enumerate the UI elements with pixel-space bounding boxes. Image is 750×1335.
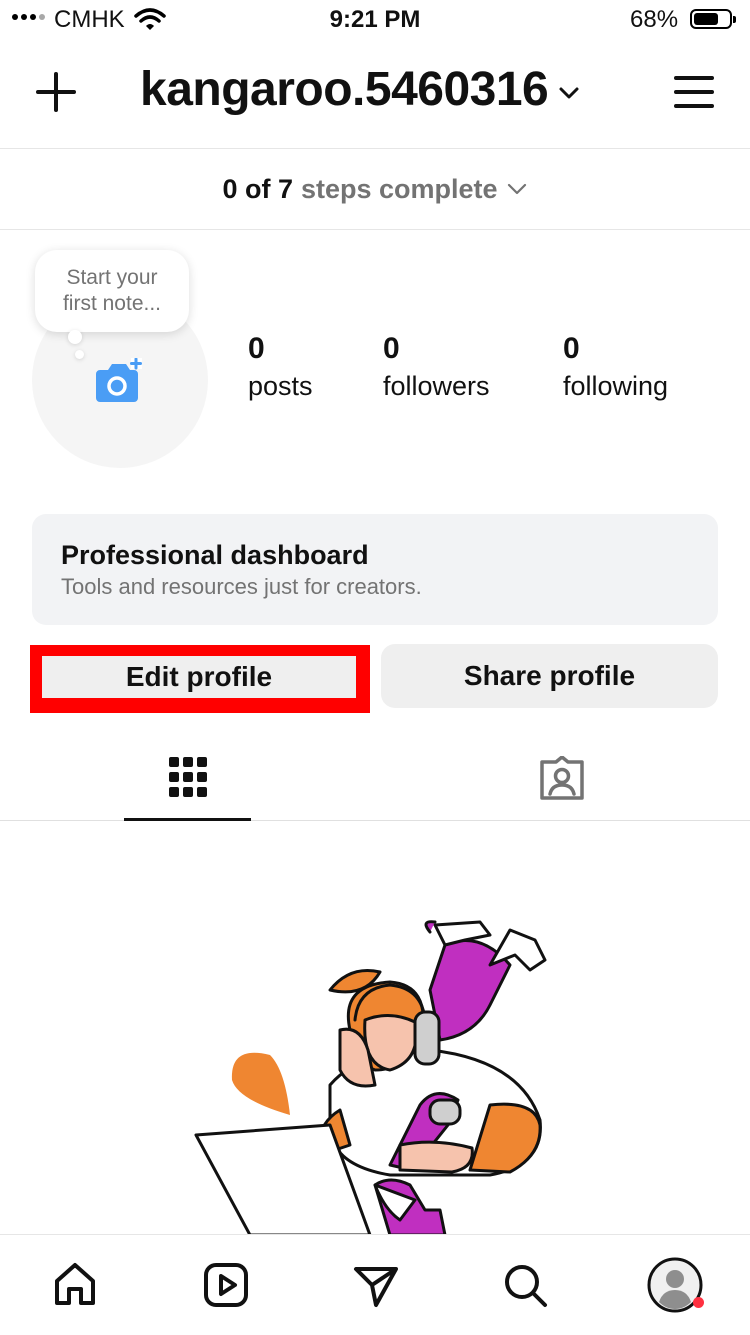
bottom-navigation: [0, 1234, 750, 1335]
grid-icon: [169, 757, 207, 797]
active-tab-underline: [124, 818, 251, 821]
note-line-1: Start your: [66, 266, 158, 289]
steps-count: 0 of 7: [222, 173, 293, 204]
posts-label: posts: [248, 371, 313, 401]
followers-label: followers: [383, 371, 490, 401]
status-bar: CMHK 9:21 PM 68%: [0, 0, 750, 40]
notification-dot: [693, 1297, 704, 1308]
posts-count: 0: [248, 332, 265, 365]
posts-stat[interactable]: 0 posts: [248, 330, 313, 404]
home-icon: [55, 1263, 95, 1305]
professional-dashboard-card[interactable]: Professional dashboard Tools and resourc…: [32, 514, 718, 625]
nav-messages[interactable]: [348, 1257, 404, 1313]
search-icon: [505, 1265, 547, 1307]
steps-progress[interactable]: 0 of 7 steps complete: [0, 149, 750, 230]
note-bubble-tail: [68, 330, 82, 344]
plus-icon[interactable]: [34, 70, 78, 114]
tab-tagged[interactable]: [498, 738, 625, 820]
profile-header: kangaroo.5460316: [0, 40, 750, 149]
following-count: 0: [563, 332, 580, 365]
battery-percentage: 68%: [630, 6, 679, 33]
note-bubble[interactable]: Start your first note...: [35, 250, 189, 332]
followers-count: 0: [383, 332, 400, 365]
nav-search[interactable]: [497, 1257, 553, 1313]
note-line-2: first note...: [62, 292, 162, 315]
menu-icon[interactable]: [672, 74, 716, 110]
dashboard-subtitle: Tools and resources just for creators.: [61, 574, 422, 599]
empty-state-illustration: [190, 910, 570, 1235]
edit-profile-button[interactable]: Edit profile: [42, 656, 356, 698]
following-stat[interactable]: 0 following: [563, 330, 668, 404]
tagged-icon: [540, 756, 584, 800]
share-profile-button[interactable]: Share profile: [381, 644, 718, 708]
dashboard-title: Professional dashboard: [61, 540, 369, 570]
username: kangaroo.5460316: [140, 63, 549, 116]
reels-icon: [204, 1263, 248, 1307]
tab-posts-grid[interactable]: [124, 738, 251, 821]
followers-stat[interactable]: 0 followers: [383, 330, 490, 404]
chevron-down-icon: [559, 87, 579, 98]
note-bubble-tail-dot: [75, 350, 84, 359]
nav-home[interactable]: [47, 1257, 103, 1313]
person-on-laptop-illustration: [194, 920, 547, 1235]
battery-icon: [690, 9, 736, 29]
account-switcher[interactable]: kangaroo.5460316: [140, 62, 580, 117]
content-tabs: [0, 738, 750, 821]
nav-reels[interactable]: [198, 1257, 254, 1313]
add-photo-camera-icon[interactable]: [94, 358, 142, 404]
send-icon: [354, 1267, 398, 1307]
steps-label: steps complete: [300, 173, 498, 204]
chevron-down-icon: [507, 183, 526, 195]
following-label: following: [563, 371, 669, 401]
